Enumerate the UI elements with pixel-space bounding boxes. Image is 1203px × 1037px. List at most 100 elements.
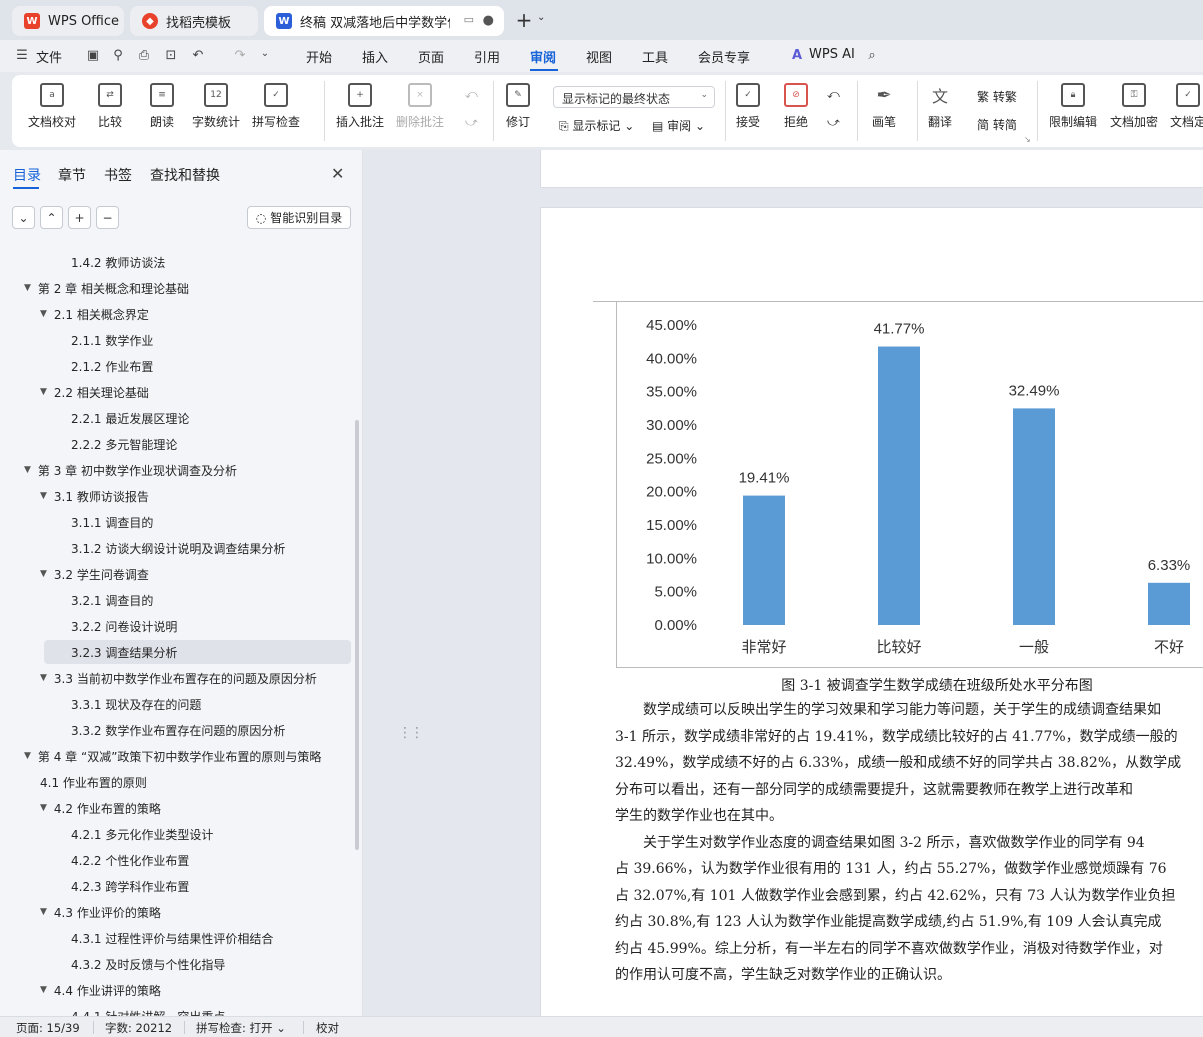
toc-item[interactable]: ▼ 第 4 章 “双减”政策下初中数学作业布置的原则与策略	[24, 744, 321, 768]
tab-chapters[interactable]: 章节	[58, 165, 86, 185]
toc-item[interactable]: ▼ 3.1 教师访谈报告	[40, 484, 149, 508]
pen-button[interactable]: ✒ 画笔	[872, 83, 896, 130]
toc-item[interactable]: 3.2.1 调查目的	[71, 588, 153, 612]
tab-toc[interactable]: 目录	[13, 165, 41, 185]
chevron-down-icon[interactable]: ▼	[24, 283, 31, 293]
tab-find-replace[interactable]: 查找和替换	[150, 165, 220, 185]
doc-final-button[interactable]: ✓ 文档定	[1170, 83, 1203, 130]
toc-item[interactable]: 3.1.1 调查目的	[71, 510, 153, 534]
toc-item[interactable]: 4.2.2 个性化作业布置	[71, 848, 189, 872]
toc-item[interactable]: ▼ 第 3 章 初中数学作业现状调查及分析	[24, 458, 237, 482]
show-markup-button[interactable]: ⎘ 显示标记 ⌄	[559, 117, 634, 134]
menu-icon[interactable]: ☰	[14, 48, 30, 64]
read-aloud-button[interactable]: ≡ 朗读	[150, 83, 174, 130]
new-tab-icon[interactable]: +	[514, 8, 534, 32]
toc-item[interactable]: ▼ 3.2 学生问卷调查	[40, 562, 149, 586]
expand-corner-icon[interactable]: ↘	[1024, 135, 1031, 144]
chevron-down-icon[interactable]: ▼	[24, 465, 31, 475]
toc-item[interactable]: 1.4.2 教师访谈法	[71, 250, 165, 274]
tab-bookmarks[interactable]: 书签	[104, 165, 132, 185]
toc-item[interactable]: 3.1.2 访谈大纲设计说明及调查结果分析	[71, 536, 285, 560]
toc-item[interactable]: ▼ 2.1 相关概念界定	[40, 302, 149, 326]
reject-button[interactable]: ⊘ 拒绝	[784, 83, 808, 130]
accept-button[interactable]: ✓ 接受	[736, 83, 760, 130]
toc-item[interactable]: 2.2.1 最近发展区理论	[71, 406, 189, 430]
to-traditional-button[interactable]: 繁 转繁	[977, 88, 1017, 105]
drag-handle-icon[interactable]: ⋮⋮	[398, 725, 424, 741]
page-indicator[interactable]: 页面: 15/39	[16, 1020, 80, 1036]
tab-document[interactable]: W 终稿 双减落地后中学数学作业 ▭ ●	[264, 6, 504, 36]
menu-home[interactable]: 开始	[306, 47, 332, 66]
expand-up-button[interactable]: ⌃	[40, 206, 63, 229]
word-count[interactable]: 字数: 20212	[105, 1020, 172, 1036]
delete-comment-button[interactable]: × 删除批注	[396, 83, 444, 130]
toc-item[interactable]: 3.3.1 现状及存在的问题	[71, 692, 201, 716]
toc-item[interactable]: 4.3.1 过程性评价与结果性评价相结合	[71, 926, 273, 950]
menu-page[interactable]: 页面	[418, 47, 444, 66]
close-icon[interactable]: ✕	[331, 164, 344, 183]
chevron-down-icon[interactable]: ▼	[40, 569, 47, 579]
review-pane-button[interactable]: ▤ 审阅 ⌄	[652, 117, 705, 134]
proofread-status[interactable]: 校对	[316, 1020, 339, 1036]
word-count-button[interactable]: 12 字数统计	[192, 83, 240, 130]
chevron-down-icon[interactable]: ⌄	[257, 48, 273, 64]
share-icon[interactable]: ⚲	[110, 48, 126, 64]
menu-review[interactable]: 审阅	[530, 47, 556, 66]
toc-item[interactable]: 4.2.1 多元化作业类型设计	[71, 822, 213, 846]
toc-item[interactable]: 3.2.2 问卷设计说明	[71, 614, 177, 638]
tab-template[interactable]: ◆ 找稻壳模板	[130, 6, 258, 36]
add-heading-button[interactable]: +	[68, 206, 91, 229]
collapse-all-button[interactable]: ⌄	[12, 206, 35, 229]
redo-icon[interactable]: ↷	[232, 48, 248, 64]
tab-wps-office[interactable]: W WPS Office	[12, 6, 124, 36]
chevron-down-icon[interactable]: ▼	[40, 309, 47, 319]
unsaved-dot-icon[interactable]: ●	[483, 13, 494, 28]
revise-button[interactable]: ✎ 修订	[506, 83, 530, 130]
next-change-icon[interactable]: ⤻	[827, 115, 840, 130]
toc-item[interactable]: ▼ 2.2 相关理论基础	[40, 380, 149, 404]
chevron-down-icon[interactable]: ▼	[40, 985, 47, 995]
toc-item[interactable]: 2.1.1 数学作业	[71, 328, 153, 352]
chevron-down-icon[interactable]: ⌄	[537, 12, 545, 23]
chevron-down-icon[interactable]: ▼	[40, 803, 47, 813]
toc-item[interactable]: 3.2.3 调查结果分析	[44, 640, 351, 664]
toc-item[interactable]: 2.1.2 作业布置	[71, 354, 153, 378]
spell-check-status[interactable]: 拼写检查: 打开 ⌄	[196, 1020, 286, 1036]
toc-item[interactable]: 4.1 作业布置的原则	[40, 770, 147, 794]
menu-wps-ai[interactable]: WPS AI	[809, 47, 855, 62]
sidebar-scrollbar[interactable]	[355, 420, 359, 850]
insert-comment-button[interactable]: + 插入批注	[336, 83, 384, 130]
smart-toc-button[interactable]: ◌ 智能识别目录	[247, 206, 351, 229]
toc-item[interactable]: 4.4.1 针对性讲解，突出重点	[71, 1004, 225, 1017]
menu-file[interactable]: 文件	[36, 47, 62, 66]
toc-item[interactable]: 2.2.2 多元智能理论	[71, 432, 177, 456]
toc-item[interactable]: 3.3.2 数学作业布置存在问题的原因分析	[71, 718, 285, 742]
chevron-down-icon[interactable]: ▼	[40, 907, 47, 917]
menu-tools[interactable]: 工具	[642, 47, 668, 66]
menu-reference[interactable]: 引用	[474, 47, 500, 66]
menu-insert[interactable]: 插入	[362, 47, 388, 66]
remove-heading-button[interactable]: −	[96, 206, 119, 229]
chevron-down-icon[interactable]: ▼	[40, 673, 47, 683]
toc-item[interactable]: 4.3.2 及时反馈与个性化指导	[71, 952, 225, 976]
chevron-down-icon[interactable]: ▼	[40, 387, 47, 397]
to-simplified-button[interactable]: 简 转简	[977, 116, 1017, 133]
spell-check-button[interactable]: ✓ 拼写检查	[252, 83, 300, 130]
prev-comment-icon[interactable]: ⤺	[465, 87, 478, 102]
markup-mode-select[interactable]: 显示标记的最终状态 ⌄	[553, 86, 715, 108]
undo-icon[interactable]: ↶	[190, 48, 206, 64]
chevron-down-icon[interactable]: ▼	[40, 491, 47, 501]
translate-button[interactable]: 文翻译	[928, 83, 952, 130]
compare-button[interactable]: ⇄ 比较	[98, 83, 122, 130]
doc-check-button[interactable]: a 文档校对	[28, 83, 76, 130]
toc-item[interactable]: ▼ 4.4 作业讲评的策略	[40, 978, 161, 1002]
menu-view[interactable]: 视图	[586, 47, 612, 66]
restrict-edit-button[interactable]: 🔒︎ 限制编辑	[1049, 83, 1097, 130]
search-icon[interactable]: ⌕	[864, 48, 880, 64]
print-icon[interactable]: ⎙	[136, 48, 152, 64]
toc-item[interactable]: ▼ 4.3 作业评价的策略	[40, 900, 161, 924]
print-preview-icon[interactable]: ⊡	[163, 48, 179, 64]
menu-member[interactable]: 会员专享	[698, 47, 750, 66]
doc-encrypt-button[interactable]: ⚿ 文档加密	[1110, 83, 1158, 130]
chevron-down-icon[interactable]: ▼	[24, 751, 31, 761]
